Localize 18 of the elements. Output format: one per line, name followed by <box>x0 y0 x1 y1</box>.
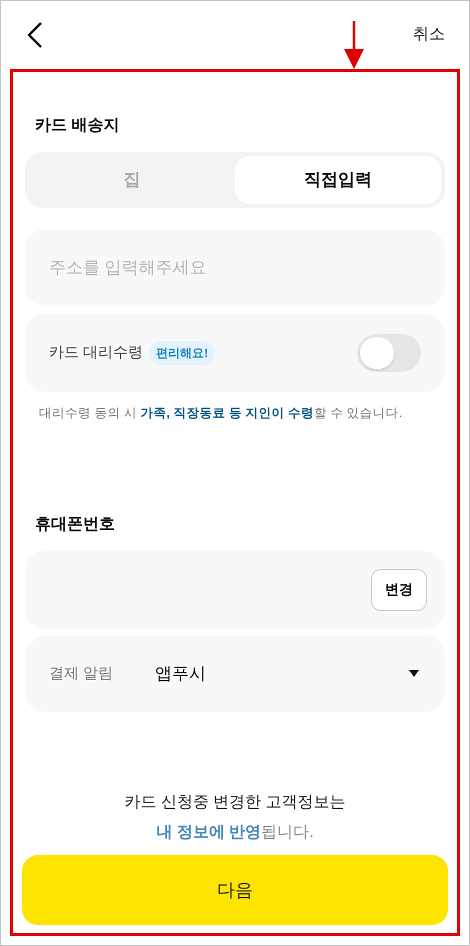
address-field[interactable]: 주소를 입력해주세요 <box>25 229 445 306</box>
cancel-button[interactable]: 취소 <box>413 23 445 47</box>
section-title: 카드 배송지 <box>34 116 120 136</box>
payment-alert-label: 결제 알림 <box>49 664 114 684</box>
payment-alert-value: 앱푸시 <box>155 663 206 685</box>
back-icon[interactable] <box>25 21 45 49</box>
proxy-note: 대리수령 동의 시 가족, 직장동료 등 지인이 수령할 수 있습니다. <box>38 405 404 422</box>
next-button[interactable]: 다음 <box>22 855 448 925</box>
dropdown-caret-icon <box>409 670 419 678</box>
convenient-badge: 편리해요! <box>149 341 216 365</box>
info-text: 카드 신청중 변경한 고객정보는 <box>124 793 346 813</box>
proxy-label: 카드 대리수령 <box>49 342 144 363</box>
section-title: 휴대폰번호 <box>34 514 116 535</box>
change-button[interactable]: 변경 <box>371 568 427 611</box>
info-text: 내 정보에 반영됩니다. <box>156 823 314 843</box>
toggle-switch[interactable] <box>357 334 421 372</box>
segment-tab[interactable]: 직접입력 <box>235 156 441 204</box>
payment-alert-dropdown[interactable]: 결제 알림 앱푸시 <box>25 636 445 712</box>
